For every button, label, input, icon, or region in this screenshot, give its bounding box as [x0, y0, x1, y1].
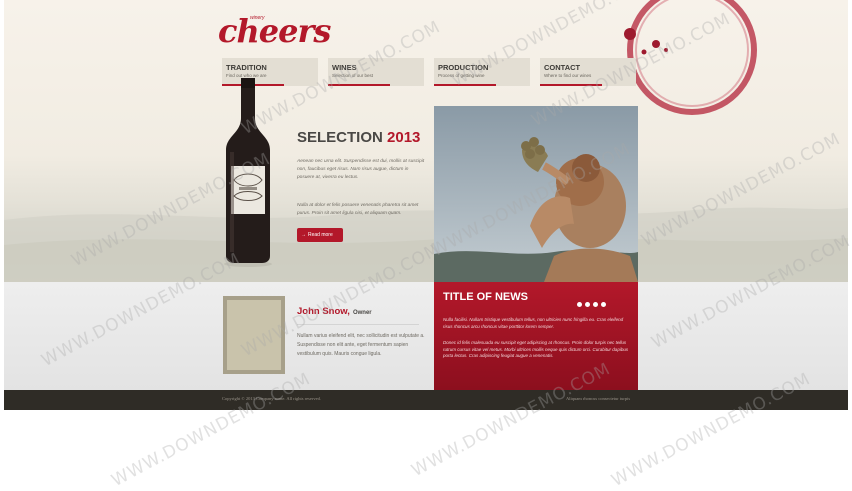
- selection-year: 2013: [387, 129, 421, 146]
- selection-paragraph-1: Aenean nec urna elit. Suspendisse est du…: [297, 159, 425, 180]
- news-dot-1[interactable]: [577, 302, 582, 307]
- news-paragraph-1: Nulla facilisi. Nullam tristique vestibu…: [443, 317, 624, 329]
- footer: Copyright © 2013 Company name. All right…: [4, 390, 848, 410]
- nav-label: CONTACT: [544, 63, 581, 72]
- owner-role: Owner: [352, 310, 372, 316]
- read-more-button[interactable]: → Read more: [297, 228, 343, 242]
- owner-description: Nullam varius eleifend elit, nec sollici…: [297, 333, 425, 357]
- logo[interactable]: winery cheers: [218, 12, 331, 50]
- selection-title-text: SELECTION: [297, 129, 383, 146]
- selection-paragraph-2: Nulla at dolor et felis posuere venenati…: [297, 203, 419, 216]
- news-title: TITLE OF NEWS: [443, 291, 528, 303]
- nav-sublabel: Where to find our wines: [544, 73, 592, 78]
- news-dot-2[interactable]: [585, 302, 590, 307]
- logo-tagline: winery: [250, 15, 265, 21]
- news-paragraph-2: Donec id felis malesuada eu suscipit ege…: [443, 340, 629, 358]
- arrow-right-icon: →: [301, 232, 306, 238]
- selection-title: SELECTION 2013: [297, 129, 420, 146]
- news-dot-4[interactable]: [601, 302, 606, 307]
- logo-brand: cheers: [218, 12, 331, 50]
- read-more-label: Read more: [308, 232, 333, 238]
- news-dot-3[interactable]: [593, 302, 598, 307]
- nav-label: TRADITION: [226, 63, 267, 72]
- news-pagination: [577, 294, 609, 312]
